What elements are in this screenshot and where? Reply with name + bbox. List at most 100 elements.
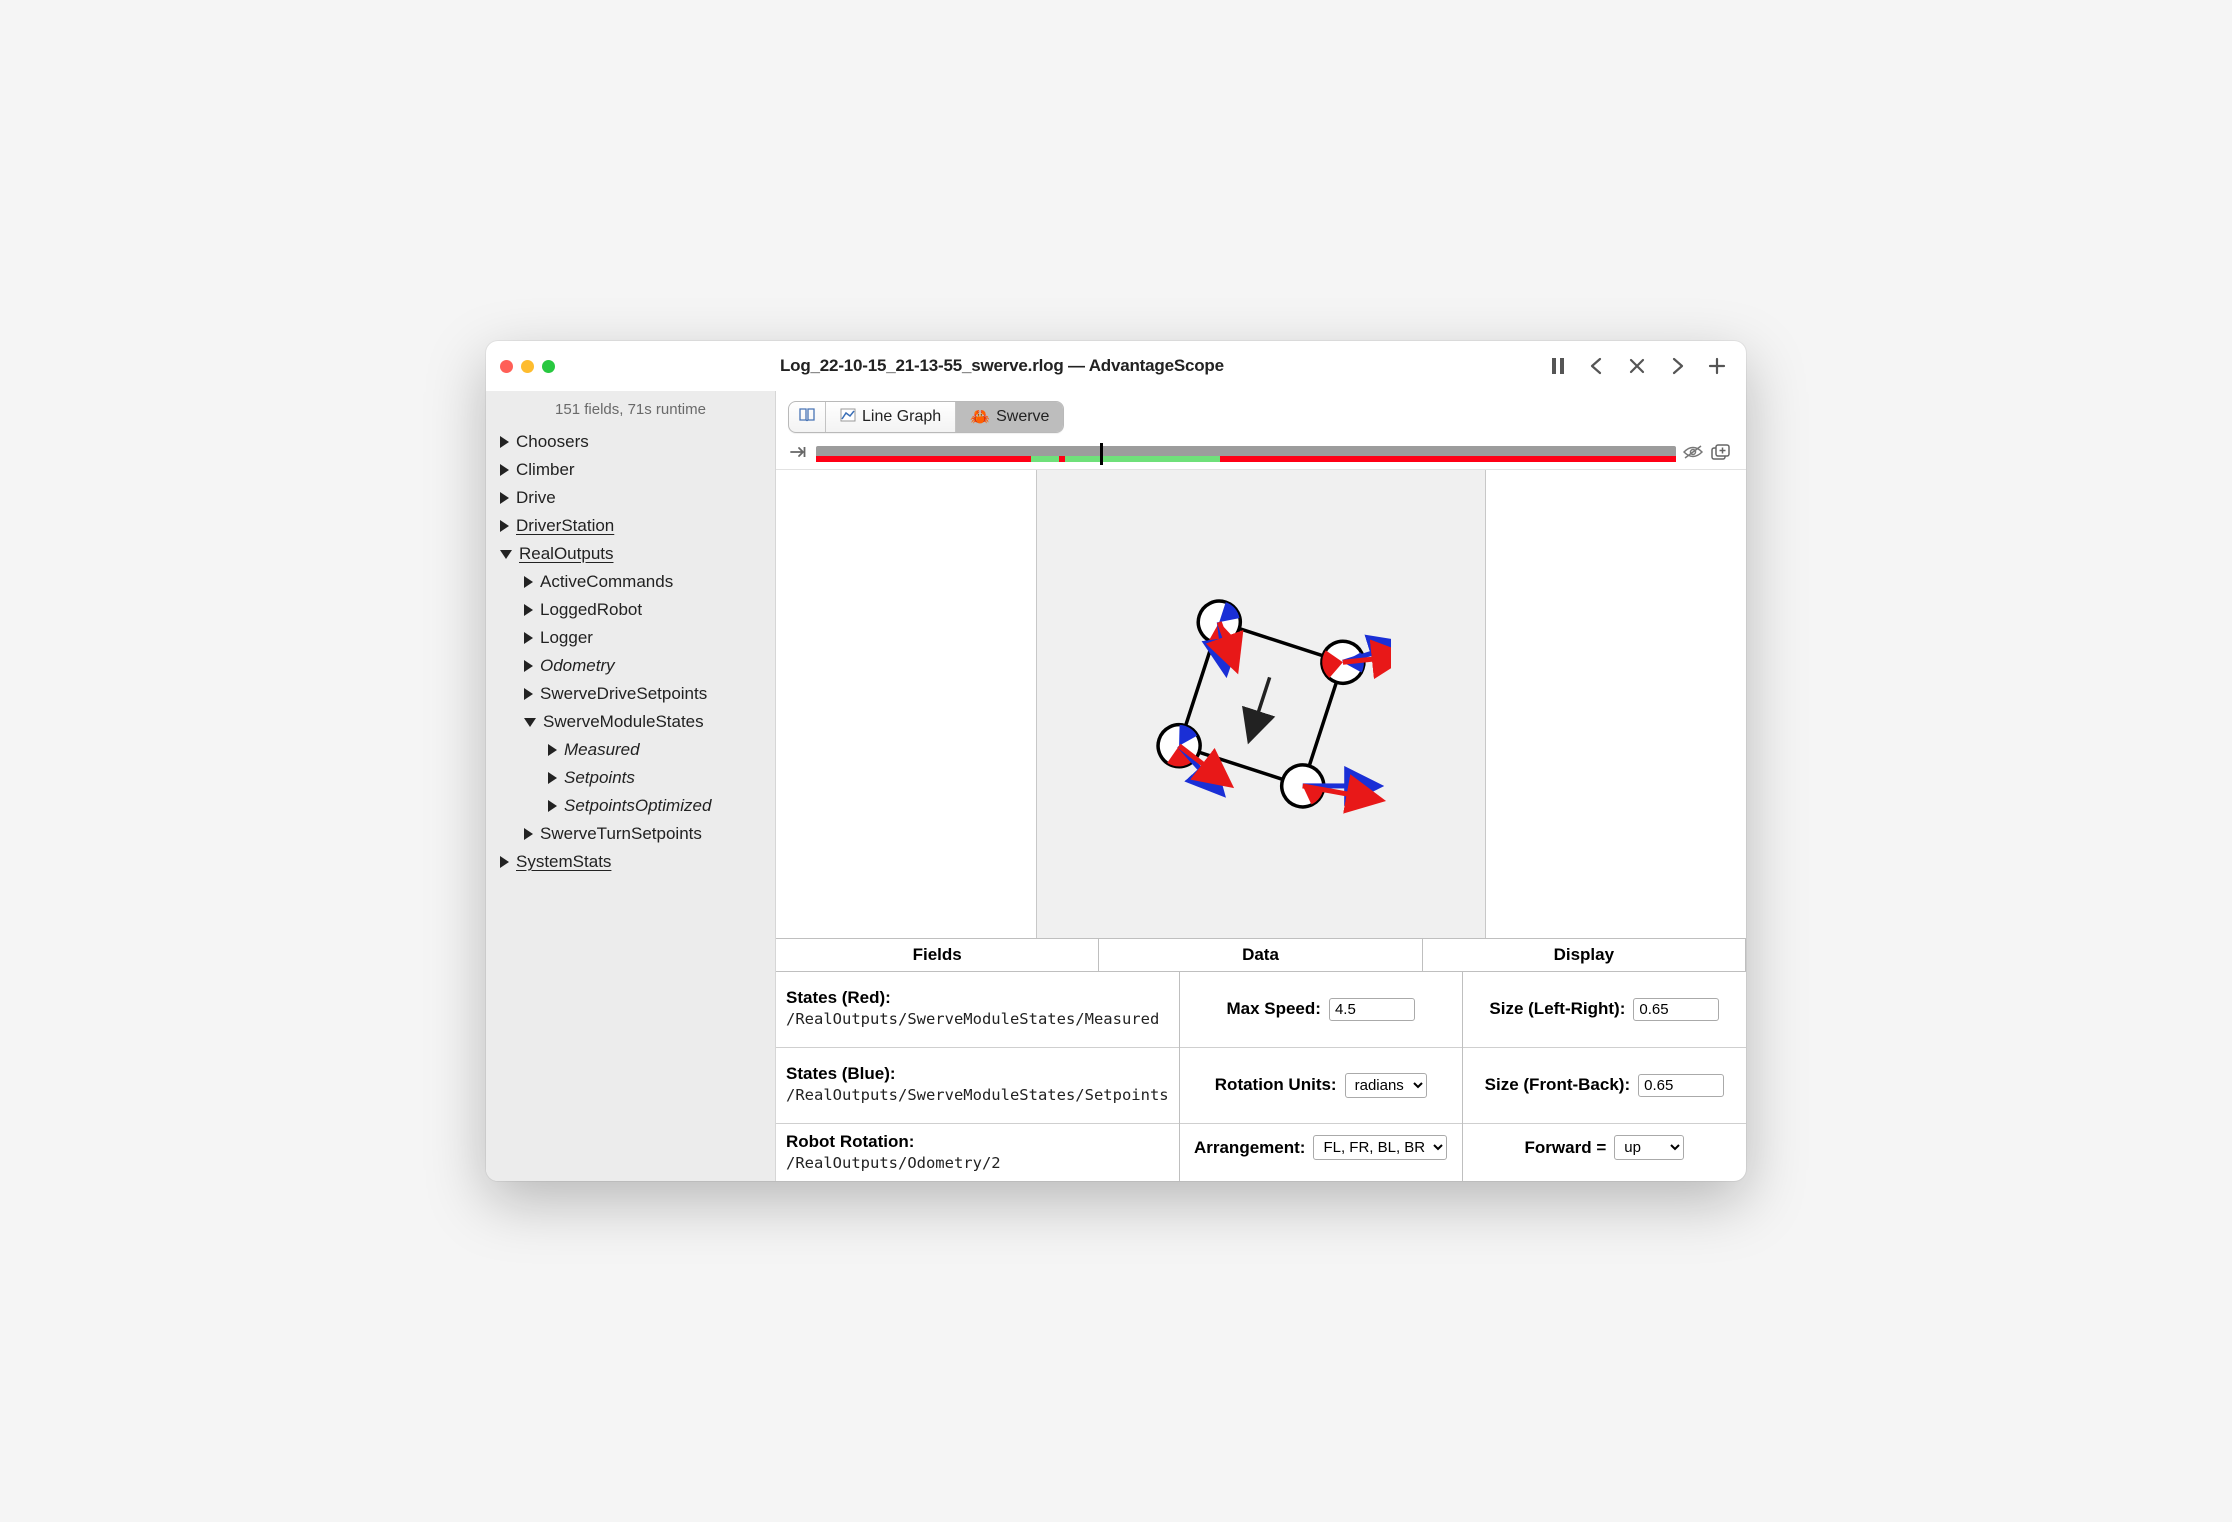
tree-item-odometry[interactable]: Odometry [486, 652, 775, 680]
window-maximize-button[interactable] [542, 360, 555, 373]
viz-pad-left [776, 470, 1036, 938]
app-window: Log_22-10-15_21-13-55_swerve.rlog — Adva… [486, 341, 1746, 1181]
size-fb-label: Size (Front-Back): [1485, 1075, 1630, 1095]
timeline-row [776, 439, 1746, 469]
rotation-units-select[interactable]: radians [1345, 1073, 1427, 1098]
tree-item-activecommands[interactable]: ActiveCommands [486, 568, 775, 596]
sidebar-summary: 151 fields, 71s runtime [486, 395, 775, 428]
tab-linegraph[interactable]: Line Graph [826, 402, 956, 432]
data-max-speed: Max Speed: [1180, 972, 1462, 1048]
display-forward: Forward = up [1463, 1124, 1746, 1172]
max-speed-input[interactable] [1329, 998, 1415, 1021]
config-panel: Fields Data Display States (Red): /RealO… [776, 938, 1746, 1181]
config-header-fields: Fields [776, 939, 1099, 972]
config-col-fields: States (Red): /RealOutputs/SwerveModuleS… [776, 972, 1180, 1181]
window-close-button[interactable] [500, 360, 513, 373]
timeline-segment [1220, 456, 1676, 462]
chevron-right-icon [548, 800, 557, 812]
display-size-fb: Size (Front-Back): [1463, 1048, 1746, 1124]
size-lr-label: Size (Left-Right): [1489, 999, 1625, 1019]
tree-item-climber[interactable]: Climber [486, 456, 775, 484]
chevron-right-icon [500, 856, 509, 868]
tab-home[interactable] [789, 402, 826, 432]
tree-item-label: SetpointsOptimized [564, 796, 711, 816]
tree-item-label: Measured [564, 740, 640, 760]
chevron-right-icon [548, 744, 557, 756]
field-robot-rotation[interactable]: Robot Rotation: /RealOutputs/Odometry/2 [776, 1124, 1179, 1181]
tab-group: Line Graph 🦀 Swerve [788, 401, 1064, 433]
tree-item-label: SwerveTurnSetpoints [540, 824, 702, 844]
tree-item-setpoints[interactable]: Setpoints [486, 764, 775, 792]
chevron-right-icon [548, 772, 557, 784]
tree-item-driverstation[interactable]: DriverStation [486, 512, 775, 540]
close-tab-icon[interactable] [1628, 357, 1646, 375]
timeline-segment [1059, 456, 1066, 462]
crab-icon: 🦀 [970, 407, 990, 427]
tree-item-swervedrivesetpoints[interactable]: SwerveDriveSetpoints [486, 680, 775, 708]
arrangement-label: Arrangement: [1194, 1138, 1305, 1158]
tree-item-label: Odometry [540, 656, 615, 676]
tree-item-label: Choosers [516, 432, 589, 452]
timeline-segment [816, 456, 1031, 462]
visibility-icon[interactable] [1682, 444, 1704, 464]
chevron-right-icon [500, 436, 509, 448]
linegraph-icon [840, 408, 856, 427]
tree-item-swerveturnsetpoints[interactable]: SwerveTurnSetpoints [486, 820, 775, 848]
config-col-display: Size (Left-Right): Size (Front-Back): Fo… [1463, 972, 1746, 1181]
back-icon[interactable] [1588, 357, 1606, 375]
timeline-playhead[interactable] [1100, 443, 1103, 465]
tree-item-label: SwerveDriveSetpoints [540, 684, 707, 704]
chevron-right-icon [524, 660, 533, 672]
forward-icon[interactable] [1668, 357, 1686, 375]
field-states-red[interactable]: States (Red): /RealOutputs/SwerveModuleS… [776, 972, 1179, 1048]
tree-item-loggedrobot[interactable]: LoggedRobot [486, 596, 775, 624]
tabbar: Line Graph 🦀 Swerve [776, 391, 1746, 439]
tree-item-label: ActiveCommands [540, 572, 673, 592]
tree-item-measured[interactable]: Measured [486, 736, 775, 764]
chevron-right-icon [500, 520, 509, 532]
robot-rot-path: /RealOutputs/Odometry/2 [786, 1154, 1169, 1173]
size-lr-input[interactable] [1633, 998, 1719, 1021]
add-overlay-icon[interactable] [1710, 444, 1732, 465]
robot-rot-label: Robot Rotation: [786, 1132, 1169, 1152]
states-red-label: States (Red): [786, 988, 1169, 1008]
tree-item-systemstats[interactable]: SystemStats [486, 848, 775, 876]
tree-item-choosers[interactable]: Choosers [486, 428, 775, 456]
tree-item-drive[interactable]: Drive [486, 484, 775, 512]
config-col-data: Max Speed: Rotation Units: radians Arran… [1180, 972, 1463, 1181]
tree-item-label: Logger [540, 628, 593, 648]
tree-item-swervemodulestates[interactable]: SwerveModuleStates [486, 708, 775, 736]
tree-item-label: Drive [516, 488, 556, 508]
chevron-right-icon [524, 604, 533, 616]
config-header-display: Display [1423, 939, 1746, 972]
config-header-data: Data [1099, 939, 1422, 972]
pause-icon[interactable] [1550, 357, 1566, 375]
size-fb-input[interactable] [1638, 1074, 1724, 1097]
arrangement-select[interactable]: FL, FR, BL, BR [1313, 1135, 1447, 1160]
tab-swerve[interactable]: 🦀 Swerve [956, 402, 1063, 432]
window-minimize-button[interactable] [521, 360, 534, 373]
window-controls [500, 360, 780, 373]
states-blue-path: /RealOutputs/SwerveModuleStates/Setpoint… [786, 1086, 1169, 1105]
timeline-scrubber[interactable] [816, 446, 1676, 462]
tree-item-realoutputs[interactable]: RealOutputs [486, 540, 775, 568]
swerve-diagram [1131, 574, 1391, 834]
display-size-lr: Size (Left-Right): [1463, 972, 1746, 1048]
timeline-jump-icon[interactable] [786, 444, 810, 464]
chevron-right-icon [524, 632, 533, 644]
tree-item-label: Setpoints [564, 768, 635, 788]
chevron-right-icon [524, 576, 533, 588]
chevron-right-icon [500, 492, 509, 504]
chevron-right-icon [524, 828, 533, 840]
data-rotation-units: Rotation Units: radians [1180, 1048, 1462, 1124]
field-tree: Choosers Climber Drive DriverStationRealOut… [486, 428, 775, 876]
tab-linegraph-label: Line Graph [862, 408, 941, 426]
forward-select[interactable]: up [1614, 1135, 1684, 1160]
add-tab-icon[interactable] [1708, 357, 1726, 375]
tree-item-setpointsoptimized[interactable]: SetpointsOptimized [486, 792, 775, 820]
forward-label: Forward = [1525, 1138, 1607, 1158]
rotation-units-label: Rotation Units: [1215, 1075, 1337, 1095]
field-states-blue[interactable]: States (Blue): /RealOutputs/SwerveModule… [776, 1048, 1179, 1124]
tree-item-logger[interactable]: Logger [486, 624, 775, 652]
window-title: Log_22-10-15_21-13-55_swerve.rlog — Adva… [780, 356, 1224, 376]
